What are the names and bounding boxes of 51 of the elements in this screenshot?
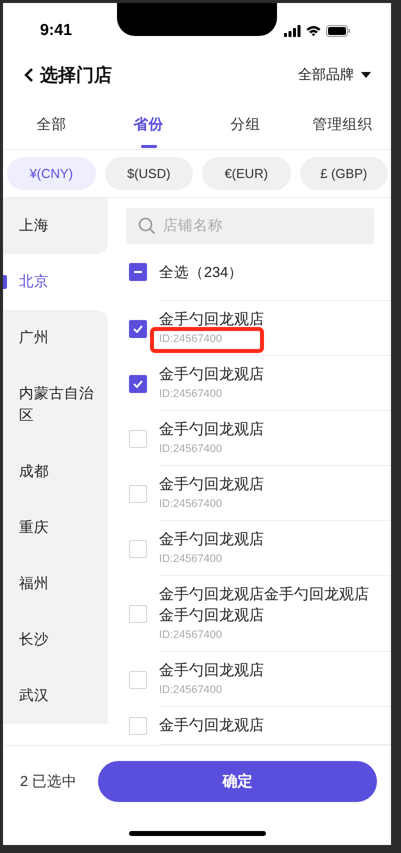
region-item[interactable]: 重庆 — [3, 500, 108, 556]
selection-indicator — [3, 275, 7, 289]
store-id: ID:24567400 — [159, 497, 222, 512]
select-all-checkbox[interactable] — [129, 263, 147, 281]
back-icon[interactable] — [23, 67, 35, 83]
store-checkbox[interactable] — [129, 320, 147, 338]
store-id: ID:24567400 — [159, 683, 222, 698]
store-id: ID:24567400 — [159, 332, 222, 347]
page-title: 选择门店 — [40, 64, 112, 87]
selected-count: 2 已选中 — [20, 772, 78, 790]
store-name: 金手勺回龙观店金手勺回龙观店金手勺回龙观店 — [159, 585, 370, 626]
search-field[interactable]: 店铺名称 — [126, 208, 374, 244]
caret-icon — [361, 71, 371, 79]
select-all-label: 全选（234） — [159, 264, 244, 282]
signal-icon — [284, 24, 301, 36]
check-icon — [133, 380, 143, 388]
tab[interactable]: 全部 — [3, 100, 100, 149]
battery-icon — [326, 24, 351, 36]
store-id: ID:24567400 — [159, 628, 222, 643]
store-name: 金手勺回龙观店 — [159, 365, 264, 385]
minus-icon — [134, 271, 142, 273]
region-item[interactable]: 上海 — [3, 198, 108, 254]
currency-chip[interactable]: ¥(CNY) — [7, 157, 96, 190]
store-id: ID:24567400 — [159, 552, 222, 567]
status-time: 9:41 — [40, 22, 72, 40]
brand-dropdown[interactable]: 全部品牌 — [298, 66, 371, 84]
store-name: 金手勺回龙观店 — [159, 716, 264, 736]
currency-chip[interactable]: $(USD) — [104, 157, 193, 190]
tab[interactable]: 省份 — [100, 100, 197, 149]
currency-chip[interactable]: £ (GBP) — [300, 157, 388, 190]
confirm-button[interactable]: 确定 — [98, 760, 377, 802]
store-name: 金手勺回龙观店 — [159, 310, 264, 330]
store-name: 金手勺回龙观店 — [159, 530, 264, 550]
store-id: ID:24567400 — [159, 387, 222, 402]
region-item[interactable]: 成都 — [3, 444, 108, 500]
store-id: ID:24567400 — [159, 442, 222, 457]
tab[interactable]: 管理组织 — [294, 100, 391, 149]
region-item[interactable]: 内蒙古自治区 — [3, 366, 108, 444]
region-item[interactable]: 广州 — [3, 310, 108, 366]
region-item[interactable]: 长沙 — [3, 612, 108, 668]
region-item[interactable]: 福州 — [3, 556, 108, 612]
store-name: 金手勺回龙观店 — [159, 661, 264, 681]
search-icon — [138, 217, 156, 235]
currency-chip[interactable]: €(EUR) — [202, 157, 290, 190]
store-name: 金手勺回龙观店 — [159, 420, 264, 440]
tab[interactable]: 分组 — [197, 100, 294, 149]
store-checkbox[interactable] — [129, 374, 147, 392]
store-name: 金手勺回龙观店 — [159, 475, 264, 495]
check-icon — [133, 324, 143, 332]
wifi-icon — [306, 24, 321, 36]
region-item[interactable]: 武汉 — [3, 668, 108, 724]
